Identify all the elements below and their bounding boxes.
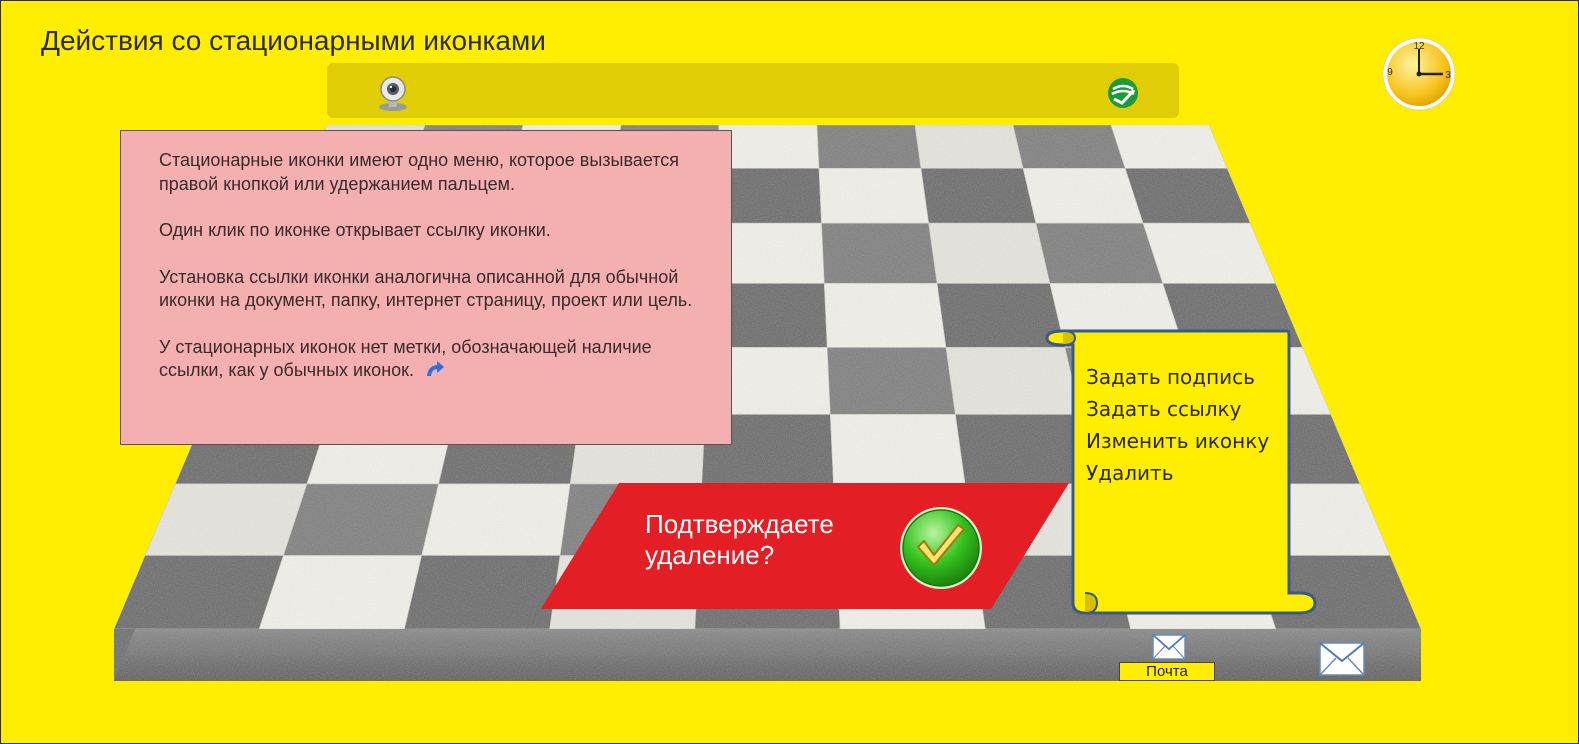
mail-label[interactable]: Почта xyxy=(1119,662,1215,681)
board-cell xyxy=(821,222,938,284)
menu-item-delete[interactable]: Удалить xyxy=(1086,457,1269,489)
sberbank-icon[interactable] xyxy=(1107,77,1139,109)
toolbar xyxy=(327,63,1179,118)
desktop-page: Действия со стационарными иконками 12 3 … xyxy=(0,0,1579,744)
board-cell xyxy=(282,483,439,556)
board-cell xyxy=(404,555,561,630)
board-cell xyxy=(1124,168,1251,224)
link-arrow-icon xyxy=(427,361,445,376)
board-cell xyxy=(113,555,284,630)
board-cell xyxy=(716,124,820,169)
menu-item-change-icon[interactable]: Изменить иконку xyxy=(1086,425,1269,457)
clock-icon[interactable]: 12 3 9 xyxy=(1381,36,1457,112)
board-cell xyxy=(823,283,947,348)
confirm-delete-text: Подтверждаете удаление? xyxy=(645,509,834,570)
board-cell xyxy=(1012,124,1126,169)
board-cell xyxy=(826,347,956,415)
envelope-icon[interactable] xyxy=(1319,641,1365,677)
board-cell xyxy=(1142,222,1277,284)
board-cell xyxy=(920,168,1037,224)
board-cell xyxy=(1035,222,1164,284)
menu-item-set-link[interactable]: Задать ссылку xyxy=(1086,393,1269,425)
board-cell xyxy=(1022,168,1144,224)
info-paragraph-text: У стационарных иконок нет метки, обознач… xyxy=(159,336,652,381)
context-menu: Задать подпись Задать ссылку Изменить ик… xyxy=(1086,361,1269,489)
clock-numeral-9: 9 xyxy=(1387,67,1393,78)
webcam-icon[interactable] xyxy=(371,73,415,113)
info-paragraph: Установка ссылки иконки аналогична описа… xyxy=(159,266,693,311)
page-title: Действия со стационарными иконками xyxy=(41,25,546,56)
board-cell xyxy=(928,222,1051,284)
menu-item-set-caption[interactable]: Задать подпись xyxy=(1086,361,1269,393)
info-panel: Стационарные иконки имеют одно меню, кот… xyxy=(120,130,732,445)
board-cell xyxy=(914,124,1024,169)
board-cell xyxy=(258,555,423,630)
green-check-icon[interactable] xyxy=(898,505,984,591)
clock-numeral-3: 3 xyxy=(1445,70,1451,81)
info-paragraph: Стационарные иконки имеют одно меню, кот… xyxy=(159,150,680,194)
envelope-icon[interactable] xyxy=(1152,633,1186,661)
info-paragraph: Один клик по иконке открывает ссылку ико… xyxy=(159,220,551,240)
board-cell xyxy=(818,168,930,224)
board-cell xyxy=(829,414,966,485)
board-cell xyxy=(816,124,922,169)
info-paragraph-last: У стационарных иконок нет метки, обознач… xyxy=(159,336,709,383)
board-cell xyxy=(144,483,308,556)
board-cell xyxy=(1110,124,1228,169)
